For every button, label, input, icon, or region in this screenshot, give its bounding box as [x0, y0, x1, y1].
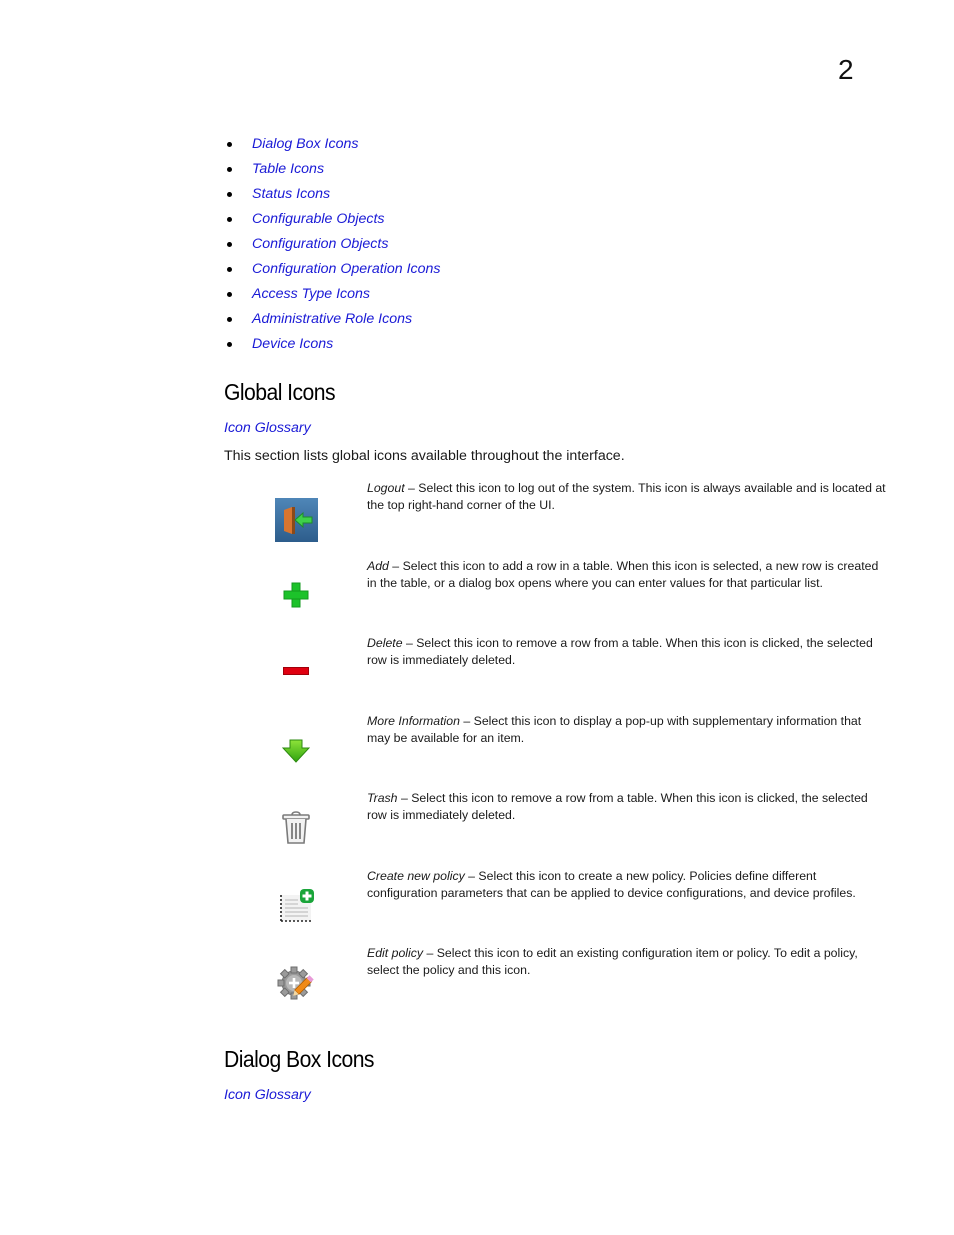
icon-glossary-link[interactable]: Icon Glossary — [224, 420, 311, 436]
bullet-icon — [227, 217, 232, 222]
icon-description: More Information – Select this icon to d… — [367, 713, 887, 747]
icon-description-text: – Select this icon to edit an existing c… — [367, 946, 858, 977]
bullet-icon — [227, 292, 232, 297]
section-heading-dialog-box-icons: Dialog Box Icons — [224, 1046, 375, 1072]
bullet-icon — [227, 142, 232, 147]
icon-term: More Information — [367, 714, 460, 728]
toc-link-device-icons[interactable]: Device Icons — [252, 336, 333, 352]
icon-description-text: – Select this icon to log out of the sys… — [367, 481, 886, 512]
icon-entry: More Information – Select this icon to d… — [0, 713, 954, 791]
add-icon — [270, 569, 322, 621]
icon-entry: Logout – Select this icon to log out of … — [0, 480, 954, 558]
icon-description-text: – Select this icon to remove a row from … — [367, 636, 873, 667]
icon-description: Create new policy – Select this icon to … — [367, 868, 887, 902]
toc-item: Device Icons — [224, 332, 441, 357]
icon-description: Logout – Select this icon to log out of … — [367, 480, 887, 514]
toc-item: Configurable Objects — [224, 207, 441, 232]
toc-item: Dialog Box Icons — [224, 132, 441, 157]
icon-entry: Add – Select this icon to add a row in a… — [0, 558, 954, 636]
toc-item: Table Icons — [224, 157, 441, 182]
bullet-icon — [227, 267, 232, 272]
icon-description: Add – Select this icon to add a row in a… — [367, 558, 887, 592]
toc-link-status-icons[interactable]: Status Icons — [252, 186, 330, 202]
toc-link-administrative-role-icons[interactable]: Administrative Role Icons — [252, 311, 412, 327]
icon-term: Edit policy — [367, 946, 424, 960]
bullet-icon — [227, 242, 232, 247]
icon-term: Delete — [367, 636, 403, 650]
delete-icon — [270, 645, 322, 697]
icon-description: Delete – Select this icon to remove a ro… — [367, 635, 887, 669]
toc-link-dialog-box-icons[interactable]: Dialog Box Icons — [252, 136, 358, 152]
chapter-number: 2 — [838, 54, 854, 85]
logout-icon — [270, 494, 322, 546]
section-intro: This section lists global icons availabl… — [224, 448, 625, 464]
toc-link-configuration-operation-icons[interactable]: Configuration Operation Icons — [252, 261, 441, 277]
toc-item: Access Type Icons — [224, 282, 441, 307]
icon-term: Add — [367, 559, 389, 573]
bullet-icon — [227, 342, 232, 347]
icon-term: Logout — [367, 481, 405, 495]
icon-description: Trash – Select this icon to remove a row… — [367, 790, 887, 824]
toc-link-access-type-icons[interactable]: Access Type Icons — [252, 286, 370, 302]
toc-link-configurable-objects[interactable]: Configurable Objects — [252, 211, 385, 227]
icon-term: Create new policy — [367, 869, 465, 883]
bullet-icon — [227, 192, 232, 197]
toc-link-configuration-objects[interactable]: Configuration Objects — [252, 236, 388, 252]
section-toc: Dialog Box Icons Table Icons Status Icon… — [224, 132, 441, 357]
icon-description: Edit policy – Select this icon to edit a… — [367, 945, 887, 979]
icon-glossary-link[interactable]: Icon Glossary — [224, 1087, 311, 1103]
icon-entry: Create new policy – Select this icon to … — [0, 868, 954, 946]
icon-entry: Trash – Select this icon to remove a row… — [0, 790, 954, 868]
create-policy-icon — [270, 880, 322, 932]
bullet-icon — [227, 167, 232, 172]
icon-term: Trash — [367, 791, 398, 805]
toc-item: Configuration Objects — [224, 232, 441, 257]
toc-item: Configuration Operation Icons — [224, 257, 441, 282]
icon-entry: Delete – Select this icon to remove a ro… — [0, 635, 954, 713]
icon-description-text: – Select this icon to add a row in a tab… — [367, 559, 879, 590]
toc-link-table-icons[interactable]: Table Icons — [252, 161, 324, 177]
icon-entry: Edit policy – Select this icon to edit a… — [0, 945, 954, 1023]
toc-item: Administrative Role Icons — [224, 307, 441, 332]
toc-item: Status Icons — [224, 182, 441, 207]
more-information-icon — [270, 725, 322, 777]
trash-icon — [270, 802, 322, 854]
bullet-icon — [227, 317, 232, 322]
edit-policy-icon — [270, 957, 322, 1009]
section-heading-global-icons: Global Icons — [224, 379, 336, 405]
icon-description-text: – Select this icon to remove a row from … — [367, 791, 868, 822]
